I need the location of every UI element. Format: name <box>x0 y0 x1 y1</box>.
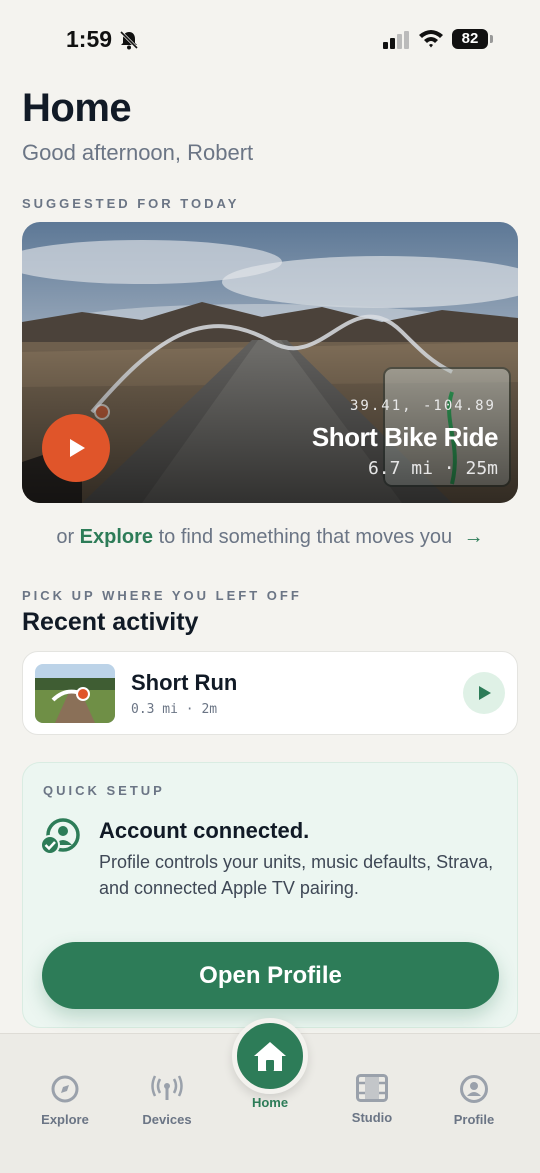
tab-explore-label: Explore <box>41 1112 89 1127</box>
tab-studio[interactable]: Studio <box>327 1074 417 1125</box>
explore-suffix: to find something that moves you <box>153 526 453 548</box>
tab-explore[interactable]: Explore <box>20 1074 110 1127</box>
battery-indicator: 82 <box>452 29 493 49</box>
recent-activity-title: Recent activity <box>22 608 199 636</box>
user-circle-icon <box>460 1075 488 1103</box>
tab-home[interactable] <box>232 1018 308 1094</box>
cellular-signal-icon <box>383 31 411 54</box>
status-time: 1:59 <box>66 26 113 52</box>
arrow-right-icon[interactable]: → <box>464 526 484 548</box>
recent-section-label: PICK UP WHERE YOU LEFT OFF <box>22 588 302 603</box>
page-title: Home <box>22 86 132 130</box>
silent-bell-icon <box>118 30 140 55</box>
house-icon <box>254 1042 286 1071</box>
tab-devices-label: Devices <box>142 1112 192 1127</box>
quick-setup-label: QUICK SETUP <box>43 783 165 798</box>
recent-thumbnail-image <box>35 664 115 723</box>
tab-devices[interactable]: Devices <box>122 1074 212 1127</box>
bottom-tab-bar: Explore Devices Home Studio Profile <box>0 1018 540 1173</box>
explore-prefix: or <box>56 526 80 548</box>
open-profile-button[interactable]: Open Profile <box>42 942 499 1009</box>
explore-prompt: or Explore to find something that moves … <box>0 526 540 549</box>
film-icon <box>356 1074 388 1102</box>
tab-studio-label: Studio <box>351 1110 393 1125</box>
quick-setup-card: QUICK SETUP Account connected. Profile c… <box>22 762 518 1028</box>
tab-home-label: Home <box>251 1095 289 1110</box>
status-bar: 1:59 82 <box>0 0 540 80</box>
account-connected-icon <box>39 817 83 862</box>
recent-activity-item[interactable]: Short Run 0.3 mi · 2m <box>22 651 518 735</box>
recent-play-button[interactable] <box>463 672 505 714</box>
suggested-title: Short Bike Ride <box>311 422 499 452</box>
wifi-icon <box>418 28 444 53</box>
greeting-text: Good afternoon, Robert <box>22 140 254 165</box>
suggested-coordinates: 39.41, -104.89 <box>349 398 496 414</box>
compass-icon <box>51 1075 79 1103</box>
suggested-workout-card[interactable]: 39.41, -104.89 Short Bike Ride 6.7 mi · … <box>22 222 518 503</box>
setup-heading: Account connected. <box>99 818 310 843</box>
broadcast-icon <box>151 1075 183 1100</box>
recent-activity-stats: 0.3 mi · 2m <box>131 702 218 717</box>
suggested-stats: 6.7 mi · 25m <box>367 458 498 479</box>
suggested-section-label: SUGGESTED FOR TODAY <box>22 196 240 211</box>
recent-activity-name: Short Run <box>131 670 238 695</box>
play-icon <box>479 686 491 700</box>
suggested-play-button[interactable] <box>42 414 110 482</box>
setup-description: Profile controls your units, music defau… <box>99 852 494 898</box>
explore-link[interactable]: Explore <box>80 526 153 548</box>
play-icon <box>70 439 85 457</box>
tab-profile[interactable]: Profile <box>429 1074 519 1127</box>
tab-profile-label: Profile <box>453 1112 495 1127</box>
